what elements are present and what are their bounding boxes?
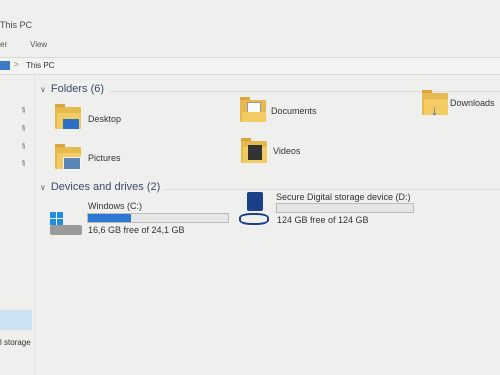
drive-free-text-d: 124 GB free of 124 GB bbox=[277, 215, 369, 225]
section-divider bbox=[110, 91, 500, 92]
folder-label-documents: Documents bbox=[271, 106, 317, 116]
ribbon-tab-view[interactable]: View bbox=[30, 40, 47, 49]
chevron-down-icon[interactable]: ∨ bbox=[40, 183, 46, 192]
windows-logo-icon bbox=[50, 212, 63, 225]
pin-icon[interactable]: ✎ bbox=[18, 123, 29, 134]
nav-item-selected[interactable] bbox=[0, 310, 32, 330]
folder-label-downloads: Downloads bbox=[450, 98, 495, 108]
desktop-folder-icon bbox=[55, 104, 81, 129]
ribbon-tab-partial[interactable]: er bbox=[0, 40, 7, 49]
breadcrumb-this-pc[interactable]: This PC bbox=[26, 61, 54, 70]
ribbon: er View bbox=[0, 38, 500, 52]
folder-label-videos: Videos bbox=[273, 146, 301, 156]
section-divider bbox=[163, 189, 500, 190]
windows-drive-icon[interactable] bbox=[50, 208, 84, 236]
breadcrumb-separator: > bbox=[14, 60, 19, 69]
drive-label-c[interactable]: Windows (C:) bbox=[88, 201, 142, 211]
folder-label-desktop: Desktop bbox=[88, 114, 122, 124]
window-title: This PC bbox=[0, 20, 33, 30]
drive-usage-bar-d bbox=[276, 203, 414, 213]
videos-folder-icon bbox=[241, 138, 267, 163]
folder-label-pictures: Pictures bbox=[88, 153, 121, 163]
drive-usage-fill-c bbox=[88, 214, 132, 222]
documents-folder-icon bbox=[240, 97, 266, 122]
chevron-down-icon[interactable]: ∨ bbox=[40, 85, 46, 94]
address-bar[interactable]: > This PC bbox=[0, 57, 500, 75]
sd-card-drive-icon[interactable] bbox=[238, 192, 272, 228]
pin-icon[interactable]: ✎ bbox=[18, 105, 29, 116]
downloads-folder-icon: ↓ bbox=[422, 90, 448, 117]
nav-item-storage[interactable]: l storage bbox=[0, 338, 31, 347]
folders-section-header[interactable]: ∨ Folders (6) bbox=[40, 83, 104, 95]
navigation-pane: ✎ ✎ ✎ ✎ l storage bbox=[0, 74, 35, 375]
drive-free-text-c: 16,6 GB free of 24,1 GB bbox=[88, 225, 185, 235]
drive-label-d[interactable]: Secure Digital storage device (D:) bbox=[276, 192, 411, 202]
this-pc-icon bbox=[0, 61, 10, 70]
pin-icon[interactable]: ✎ bbox=[18, 158, 29, 169]
pictures-folder-icon bbox=[55, 144, 81, 170]
drive-usage-bar-c bbox=[87, 213, 229, 223]
pin-icon[interactable]: ✎ bbox=[18, 141, 29, 152]
devices-section-header[interactable]: ∨ Devices and drives (2) bbox=[40, 181, 160, 193]
